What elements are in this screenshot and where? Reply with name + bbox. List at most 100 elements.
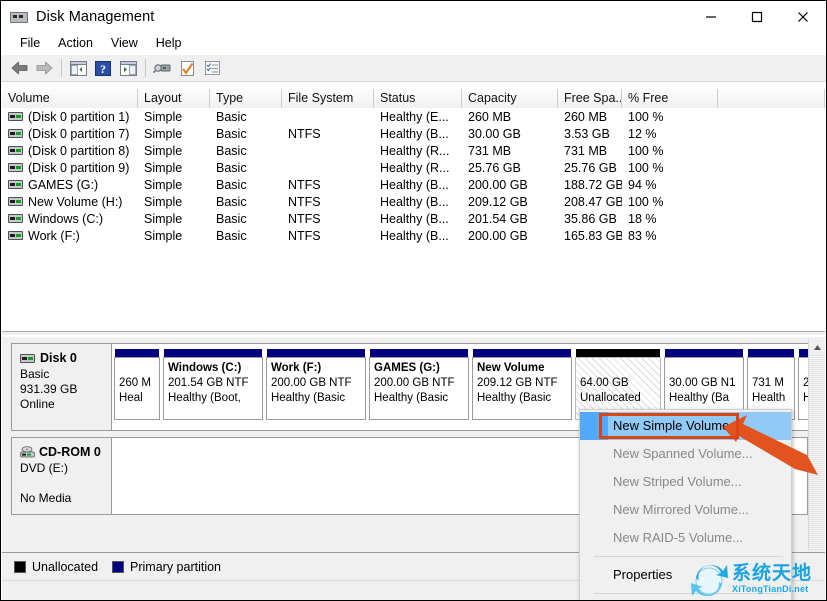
cell-layout: Simple — [138, 229, 210, 243]
partition-color-bar — [472, 348, 572, 357]
column-header-capacity[interactable]: Capacity — [462, 89, 558, 108]
cell-status: Healthy (R... — [374, 144, 462, 158]
menu-action[interactable]: Action — [49, 34, 102, 53]
table-row[interactable]: GAMES (G:)SimpleBasicNTFSHealthy (B...20… — [2, 176, 825, 193]
column-header-free[interactable]: % Free — [622, 89, 718, 108]
partition-title: GAMES (G:) — [374, 361, 464, 376]
volume-icon — [8, 214, 23, 223]
cell-pctfree: 18 % — [622, 212, 718, 226]
volume-name: (Disk 0 partition 9) — [28, 161, 129, 175]
context-menu-item-new-raid-5-volume: New RAID-5 Volume... — [580, 524, 791, 552]
volume-icon — [8, 146, 23, 155]
column-header-blank[interactable] — [718, 89, 825, 108]
watermark-logo: 系统天地 XiTongTianDi.net — [690, 560, 822, 598]
menu-view[interactable]: View — [102, 34, 147, 53]
volume-name: New Volume (H:) — [28, 195, 122, 209]
scroll-up-arrow-icon[interactable] — [809, 339, 825, 355]
cell-layout: Simple — [138, 212, 210, 226]
watermark-text-cn: 系统天地 — [732, 564, 812, 583]
cdrom-info-panel: CD-ROM 0 DVD (E:) No Media — [12, 438, 112, 514]
cell-filesystem: NTFS — [282, 229, 374, 243]
cell-free: 260 MB — [558, 110, 622, 124]
cell-type: Basic — [210, 212, 282, 226]
column-header-status[interactable]: Status — [374, 89, 462, 108]
cell-free: 731 MB — [558, 144, 622, 158]
table-row[interactable]: Windows (C:)SimpleBasicNTFSHealthy (B...… — [2, 210, 825, 227]
cell-capacity: 200.00 GB — [462, 229, 558, 243]
partition-color-bar — [369, 348, 469, 357]
disk-management-icon — [10, 10, 28, 24]
column-header-file-system[interactable]: File System — [282, 89, 374, 108]
table-row[interactable]: (Disk 0 partition 9)SimpleBasicHealthy (… — [2, 159, 825, 176]
volume-name: (Disk 0 partition 1) — [28, 110, 129, 124]
partition-details: New Volume209.12 GB NTFHealthy (Basic — [472, 357, 572, 420]
partition-title: Work (F:) — [271, 361, 361, 376]
table-row[interactable]: (Disk 0 partition 1)SimpleBasicHealthy (… — [2, 108, 825, 125]
show-hide-console-tree-icon[interactable] — [66, 57, 90, 79]
table-row[interactable]: New Volume (H:)SimpleBasicNTFSHealthy (B… — [2, 193, 825, 210]
partition-details: GAMES (G:)200.00 GB NTFHealthy (Basic — [369, 357, 469, 420]
maximize-button[interactable] — [734, 1, 780, 32]
column-header-volume[interactable]: Volume — [2, 89, 138, 108]
cell-volume: (Disk 0 partition 8) — [2, 144, 138, 158]
svg-text:?: ? — [100, 62, 106, 76]
watermark-globe-icon — [690, 562, 732, 596]
cell-pctfree: 100 % — [622, 161, 718, 175]
back-icon[interactable] — [7, 57, 31, 79]
partition-block[interactable]: Windows (C:)201.54 GB NTFHealthy (Boot, — [163, 348, 263, 420]
partition-color-bar — [163, 348, 263, 357]
partition-block[interactable]: 260 MHeal — [114, 348, 160, 420]
partition-block[interactable]: Work (F:)200.00 GB NTFHealthy (Basic — [266, 348, 366, 420]
partition-block[interactable]: GAMES (G:)200.00 GB NTFHealthy (Basic — [369, 348, 469, 420]
cell-type: Basic — [210, 110, 282, 124]
cell-type: Basic — [210, 161, 282, 175]
minimize-button[interactable] — [688, 1, 734, 32]
volume-list[interactable]: (Disk 0 partition 1)SimpleBasicHealthy (… — [2, 108, 825, 331]
cell-volume: GAMES (G:) — [2, 178, 138, 192]
legend-item-unallocated: Unallocated — [14, 560, 98, 574]
table-row[interactable]: (Disk 0 partition 7)SimpleBasicNTFSHealt… — [2, 125, 825, 142]
partition-block[interactable]: New Volume209.12 GB NTFHealthy (Basic — [472, 348, 572, 420]
cell-status: Healthy (B... — [374, 229, 462, 243]
cell-layout: Simple — [138, 195, 210, 209]
volume-icon — [8, 180, 23, 189]
cell-type: Basic — [210, 178, 282, 192]
cell-capacity: 30.00 GB — [462, 127, 558, 141]
volume-list-header: VolumeLayoutTypeFile SystemStatusCapacit… — [2, 89, 825, 108]
cell-layout: Simple — [138, 161, 210, 175]
cell-status: Healthy (B... — [374, 127, 462, 141]
column-header-free-spa[interactable]: Free Spa... — [558, 89, 622, 108]
volume-icon — [8, 197, 23, 206]
list-view-icon[interactable] — [200, 57, 224, 79]
toolbar-separator — [61, 59, 62, 77]
disk-state: Online — [20, 397, 111, 412]
partition-color-bar — [747, 348, 795, 357]
menu-help[interactable]: Help — [147, 34, 191, 53]
pane-splitter[interactable] — [2, 331, 825, 336]
cell-capacity: 260 MB — [462, 110, 558, 124]
help-icon[interactable]: ? — [91, 57, 115, 79]
partition-status: Healthy (Basic — [374, 391, 464, 406]
column-header-layout[interactable]: Layout — [138, 89, 210, 108]
properties-icon[interactable] — [175, 57, 199, 79]
partition-color-bar — [575, 348, 661, 357]
rescan-disks-icon[interactable] — [150, 57, 174, 79]
table-row[interactable]: Work (F:)SimpleBasicNTFSHealthy (B...200… — [2, 227, 825, 244]
table-row[interactable]: (Disk 0 partition 8)SimpleBasicHealthy (… — [2, 142, 825, 159]
menu-file[interactable]: File — [11, 34, 49, 53]
cell-pctfree: 94 % — [622, 178, 718, 192]
legend-swatch-unallocated — [14, 561, 26, 573]
cell-volume: New Volume (H:) — [2, 195, 138, 209]
cell-free: 188.72 GB — [558, 178, 622, 192]
partition-size: 30.00 GB N1 — [669, 376, 739, 391]
column-header-type[interactable]: Type — [210, 89, 282, 108]
partition-size: 200.00 GB NTF — [271, 376, 361, 391]
show-hide-action-pane-icon[interactable] — [116, 57, 140, 79]
annotation-arrow-icon — [721, 409, 826, 479]
menu-bar: File Action View Help — [1, 32, 826, 55]
close-button[interactable] — [780, 1, 826, 32]
forward-icon[interactable] — [32, 57, 56, 79]
volume-icon — [8, 231, 23, 240]
cell-pctfree: 83 % — [622, 229, 718, 243]
legend-label-unallocated: Unallocated — [32, 560, 98, 574]
